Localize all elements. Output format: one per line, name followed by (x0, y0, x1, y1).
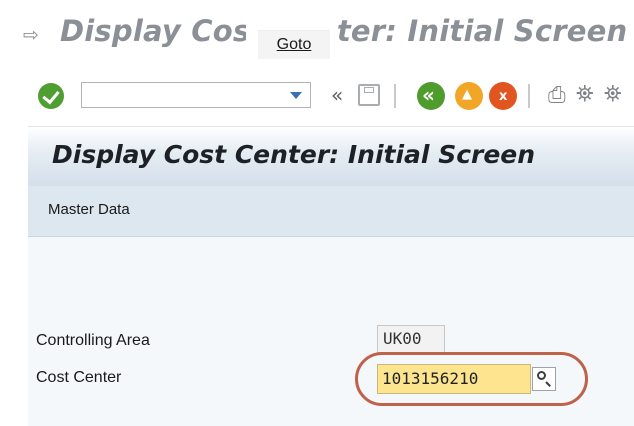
exit-icon[interactable] (455, 82, 483, 110)
toolbar-separator (394, 84, 396, 108)
command-field[interactable] (81, 82, 311, 108)
master-data-button[interactable]: Master Data (48, 201, 130, 218)
controlling-area-label: Controlling Area (36, 332, 150, 349)
page-title: Display Cost Center: Initial Screen (52, 140, 536, 169)
goto-tooltip: Goto (258, 30, 330, 59)
application-toolbar: Master Data (28, 186, 634, 237)
cancel-icon[interactable] (489, 82, 517, 110)
print-icon[interactable]: ⎙ (548, 84, 566, 108)
highlight-annotation (355, 352, 588, 406)
standard-toolbar: « ⎙ ⛯ ⛯ (0, 72, 634, 122)
menu-exit-icon[interactable]: ⇨ (23, 26, 43, 45)
cost-center-label: Cost Center (36, 369, 122, 386)
fold-icon[interactable]: « (331, 82, 343, 108)
toolbar-separator (528, 84, 530, 108)
chevron-down-icon[interactable] (290, 92, 302, 99)
enter-icon[interactable] (38, 83, 64, 109)
window-title: Display Cost Center: Initial Screen (60, 14, 628, 48)
controlling-area-field[interactable]: UK00 (377, 325, 445, 353)
find-next-icon[interactable]: ⛯ (604, 82, 622, 108)
save-icon[interactable] (358, 84, 380, 106)
find-icon[interactable]: ⛯ (576, 82, 594, 108)
title-bar: ⇨ Display Cost Center: Initial Screen Go… (0, 0, 634, 68)
screen-header: Display Cost Center: Initial Screen (28, 126, 634, 187)
goto-tooltip-label: Goto (276, 36, 312, 53)
back-icon[interactable] (417, 82, 445, 110)
